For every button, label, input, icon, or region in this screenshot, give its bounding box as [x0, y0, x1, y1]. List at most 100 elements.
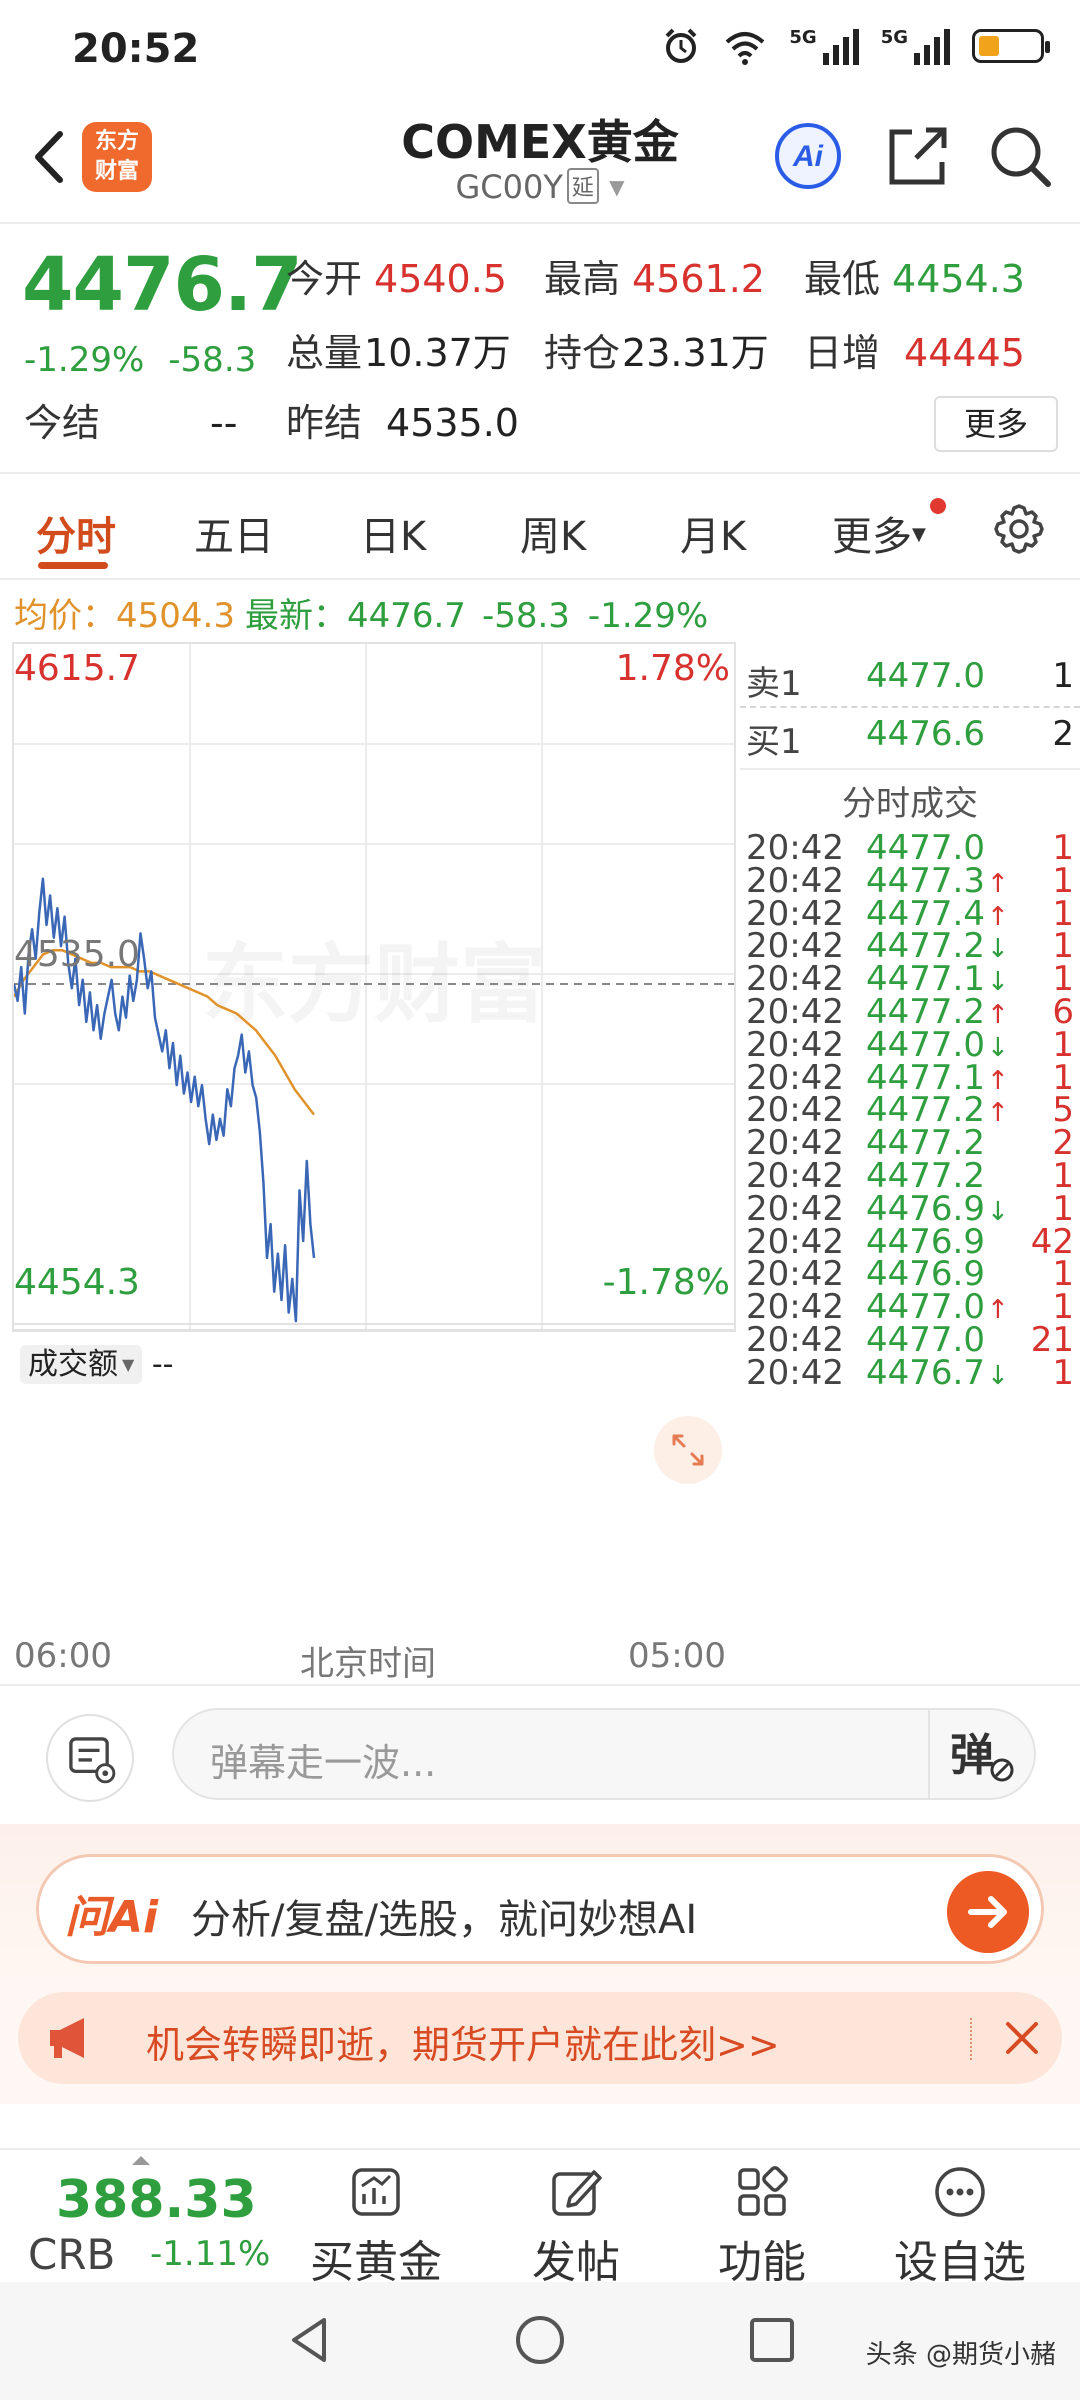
nav-home-icon[interactable] [508, 2308, 572, 2372]
volume-indicator[interactable]: 成交额 ▼ -- [20, 1339, 174, 1384]
danmu-toggle-icon[interactable]: 弹 [946, 1722, 1016, 1786]
svg-text:弹: 弹 [950, 1730, 994, 1781]
trade-price: 4476.7↓ [866, 1352, 1009, 1393]
gear-icon[interactable] [990, 500, 1048, 558]
system-nav-bar: 头条 @期货小赭 [0, 2282, 1080, 2400]
more-quote-button[interactable]: 更多 [934, 396, 1058, 452]
change-pct: -1.29% [24, 340, 145, 380]
axis-bottom-price: 4454.3 [14, 1262, 140, 1303]
apps-grid-icon [738, 2166, 788, 2216]
danmu-input[interactable]: 弹幕走一波... 弹 [172, 1708, 1036, 1800]
tab-underline [38, 562, 108, 569]
tab-daily-k[interactable]: 日K [360, 504, 426, 562]
share-icon[interactable] [882, 120, 954, 192]
promo-section: 机会转瞬即逝，期货开户就在此刻>> [0, 1984, 1080, 2104]
tab-intraday[interactable]: 分时 [36, 504, 116, 562]
tab-weekly-k[interactable]: 周K [520, 504, 586, 562]
add-watchlist-button[interactable]: 设自选 [880, 2164, 1040, 2288]
trades-title: 分时成交 [842, 784, 978, 824]
promo-text: 机会转瞬即逝，期货开户就在此刻>> [146, 2023, 780, 2067]
close-icon[interactable] [990, 2006, 1054, 2070]
axis-bottom-pct: -1.78% [602, 1262, 730, 1303]
info-line: 均价：4504.3 最新：4476.7 -58.3 -1.29% [14, 588, 726, 637]
axis-top-pct: 1.78% [615, 648, 730, 689]
edit-icon [552, 2170, 602, 2216]
tabs-divider [0, 578, 1080, 580]
alarm-icon [665, 28, 697, 63]
trade-row: 20:42 4476.7↓ 1 [740, 1353, 1080, 1403]
trade-volume: 1 [1052, 1352, 1074, 1393]
axis-top-price: 4615.7 [14, 648, 140, 689]
down-arrow-icon: ↓ [986, 1360, 1009, 1391]
ai-banner-section: 问Ai 分析/复盘/选股，就问妙想AI [0, 1824, 1080, 1984]
status-bar: 20:52 5G 5G [0, 0, 1080, 100]
open-cell: 今开 4540.5 [286, 257, 507, 301]
tab-more[interactable]: 更多▼ [832, 504, 926, 562]
ai-ask-bar[interactable]: 问Ai 分析/复盘/选股，就问妙想AI [36, 1854, 1044, 1964]
comment-settings-icon[interactable] [46, 1714, 134, 1802]
open-interest-cell: 持仓23.31万 [544, 331, 769, 375]
intraday-chart[interactable]: 东方财富 4615.7 1.78% 4535.0 4454.3 -1.78% 成… [12, 642, 736, 1484]
low-cell: 最低 4454.3 [804, 257, 1025, 301]
order-book: 卖1 4477.0 1 买1 4476.6 2 分时成交 20:42 4477.0… [740, 642, 1080, 1682]
change-abs: -58.3 [168, 340, 257, 380]
source-watermark: 头条 @期货小赭 [865, 2340, 1056, 2370]
status-time: 20:52 [72, 26, 200, 72]
ai-prompt-text: 分析/复盘/选股，就问妙想AI [191, 1897, 698, 1943]
crb-name: CRB [28, 2230, 116, 2279]
tab-five-day[interactable]: 五日 [194, 504, 274, 562]
chart-tabs: 分时 五日 日K 周K 月K 更多▼ [0, 474, 1080, 580]
trade-time: 20:42 [746, 1352, 844, 1393]
bottom-action-bar: 388.33 CRB -1.11% 买黄金 发帖 功能 设自选 [0, 2148, 1080, 2288]
price-change: -1.29% -58.3 [24, 340, 256, 380]
quote-panel: 4476.7 -1.29% -58.3 今开 4540.5 最高 4561.2 最低 4… [0, 222, 1080, 472]
latest-value: 4476.7 [346, 596, 466, 636]
info-change: -58.3 [481, 596, 570, 636]
notification-dot [930, 498, 946, 514]
price-chart-svg: 东方财富 [14, 644, 734, 1330]
volume-value: -- [151, 1347, 174, 1382]
ai-assistant-icon[interactable]: Ai [772, 120, 844, 192]
time-zone-label: 北京时间 [300, 1644, 436, 1684]
time-end: 05:00 [628, 1636, 726, 1676]
expand-icon[interactable] [654, 1416, 722, 1484]
arrow-right-icon[interactable] [947, 1871, 1029, 1953]
axis-ref-price: 4535.0 [14, 934, 140, 975]
high-cell: 最高 4561.2 [544, 257, 765, 301]
settle-cell: 今结 -- [24, 401, 238, 445]
signal-icon-2: 5G [881, 27, 950, 65]
signal-icon-1: 5G [789, 27, 859, 65]
expand-up-icon [132, 2156, 150, 2165]
functions-button[interactable]: 功能 [682, 2164, 842, 2288]
caret-down-icon: ▼ [122, 1355, 135, 1374]
comment-bar: 弹幕走一波... 弹 [0, 1684, 1080, 1824]
buy-gold-button[interactable]: 买黄金 [296, 2164, 456, 2288]
header: 东方财富 COMEX黄金 GC00Y 延 ▼ Ai [0, 100, 1080, 220]
wifi-icon [726, 32, 765, 65]
battery-icon [972, 29, 1050, 63]
promo-banner[interactable]: 机会转瞬即逝，期货开户就在此刻>> [18, 1992, 1062, 2084]
ai-logo: 问Ai [65, 1892, 159, 1943]
ask-row: 卖1 4477.0 1 [746, 656, 1074, 704]
svg-text:Ai: Ai [792, 140, 824, 173]
chart-trade-icon [352, 2168, 400, 2216]
avg-label: 均价： [14, 596, 116, 636]
latest-label: 最新： [244, 596, 347, 636]
symbol-code: GC00Y [455, 168, 563, 206]
daily-increase-cell: 日增 44445 [804, 331, 1025, 375]
megaphone-icon [50, 2018, 84, 2058]
tab-monthly-k[interactable]: 月K [680, 504, 746, 562]
status-icons: 5G 5G [661, 26, 1050, 66]
nav-recents-icon[interactable] [740, 2308, 804, 2372]
post-button[interactable]: 发帖 [496, 2164, 656, 2288]
crb-change: -1.11% [150, 2234, 271, 2274]
caret-down-icon: ▼ [912, 524, 926, 545]
search-icon[interactable] [984, 120, 1056, 192]
nav-back-icon[interactable] [278, 2308, 342, 2372]
prev-settle-cell: 昨结 4535.0 [286, 401, 519, 445]
info-change-pct: -1.29% [587, 596, 709, 636]
volume-selector[interactable]: 成交额 ▼ [20, 1345, 143, 1384]
volume-cell: 总量10.37万 [286, 331, 511, 375]
delay-tag: 延 [566, 168, 599, 204]
caret-down-icon: ▼ [609, 175, 625, 199]
